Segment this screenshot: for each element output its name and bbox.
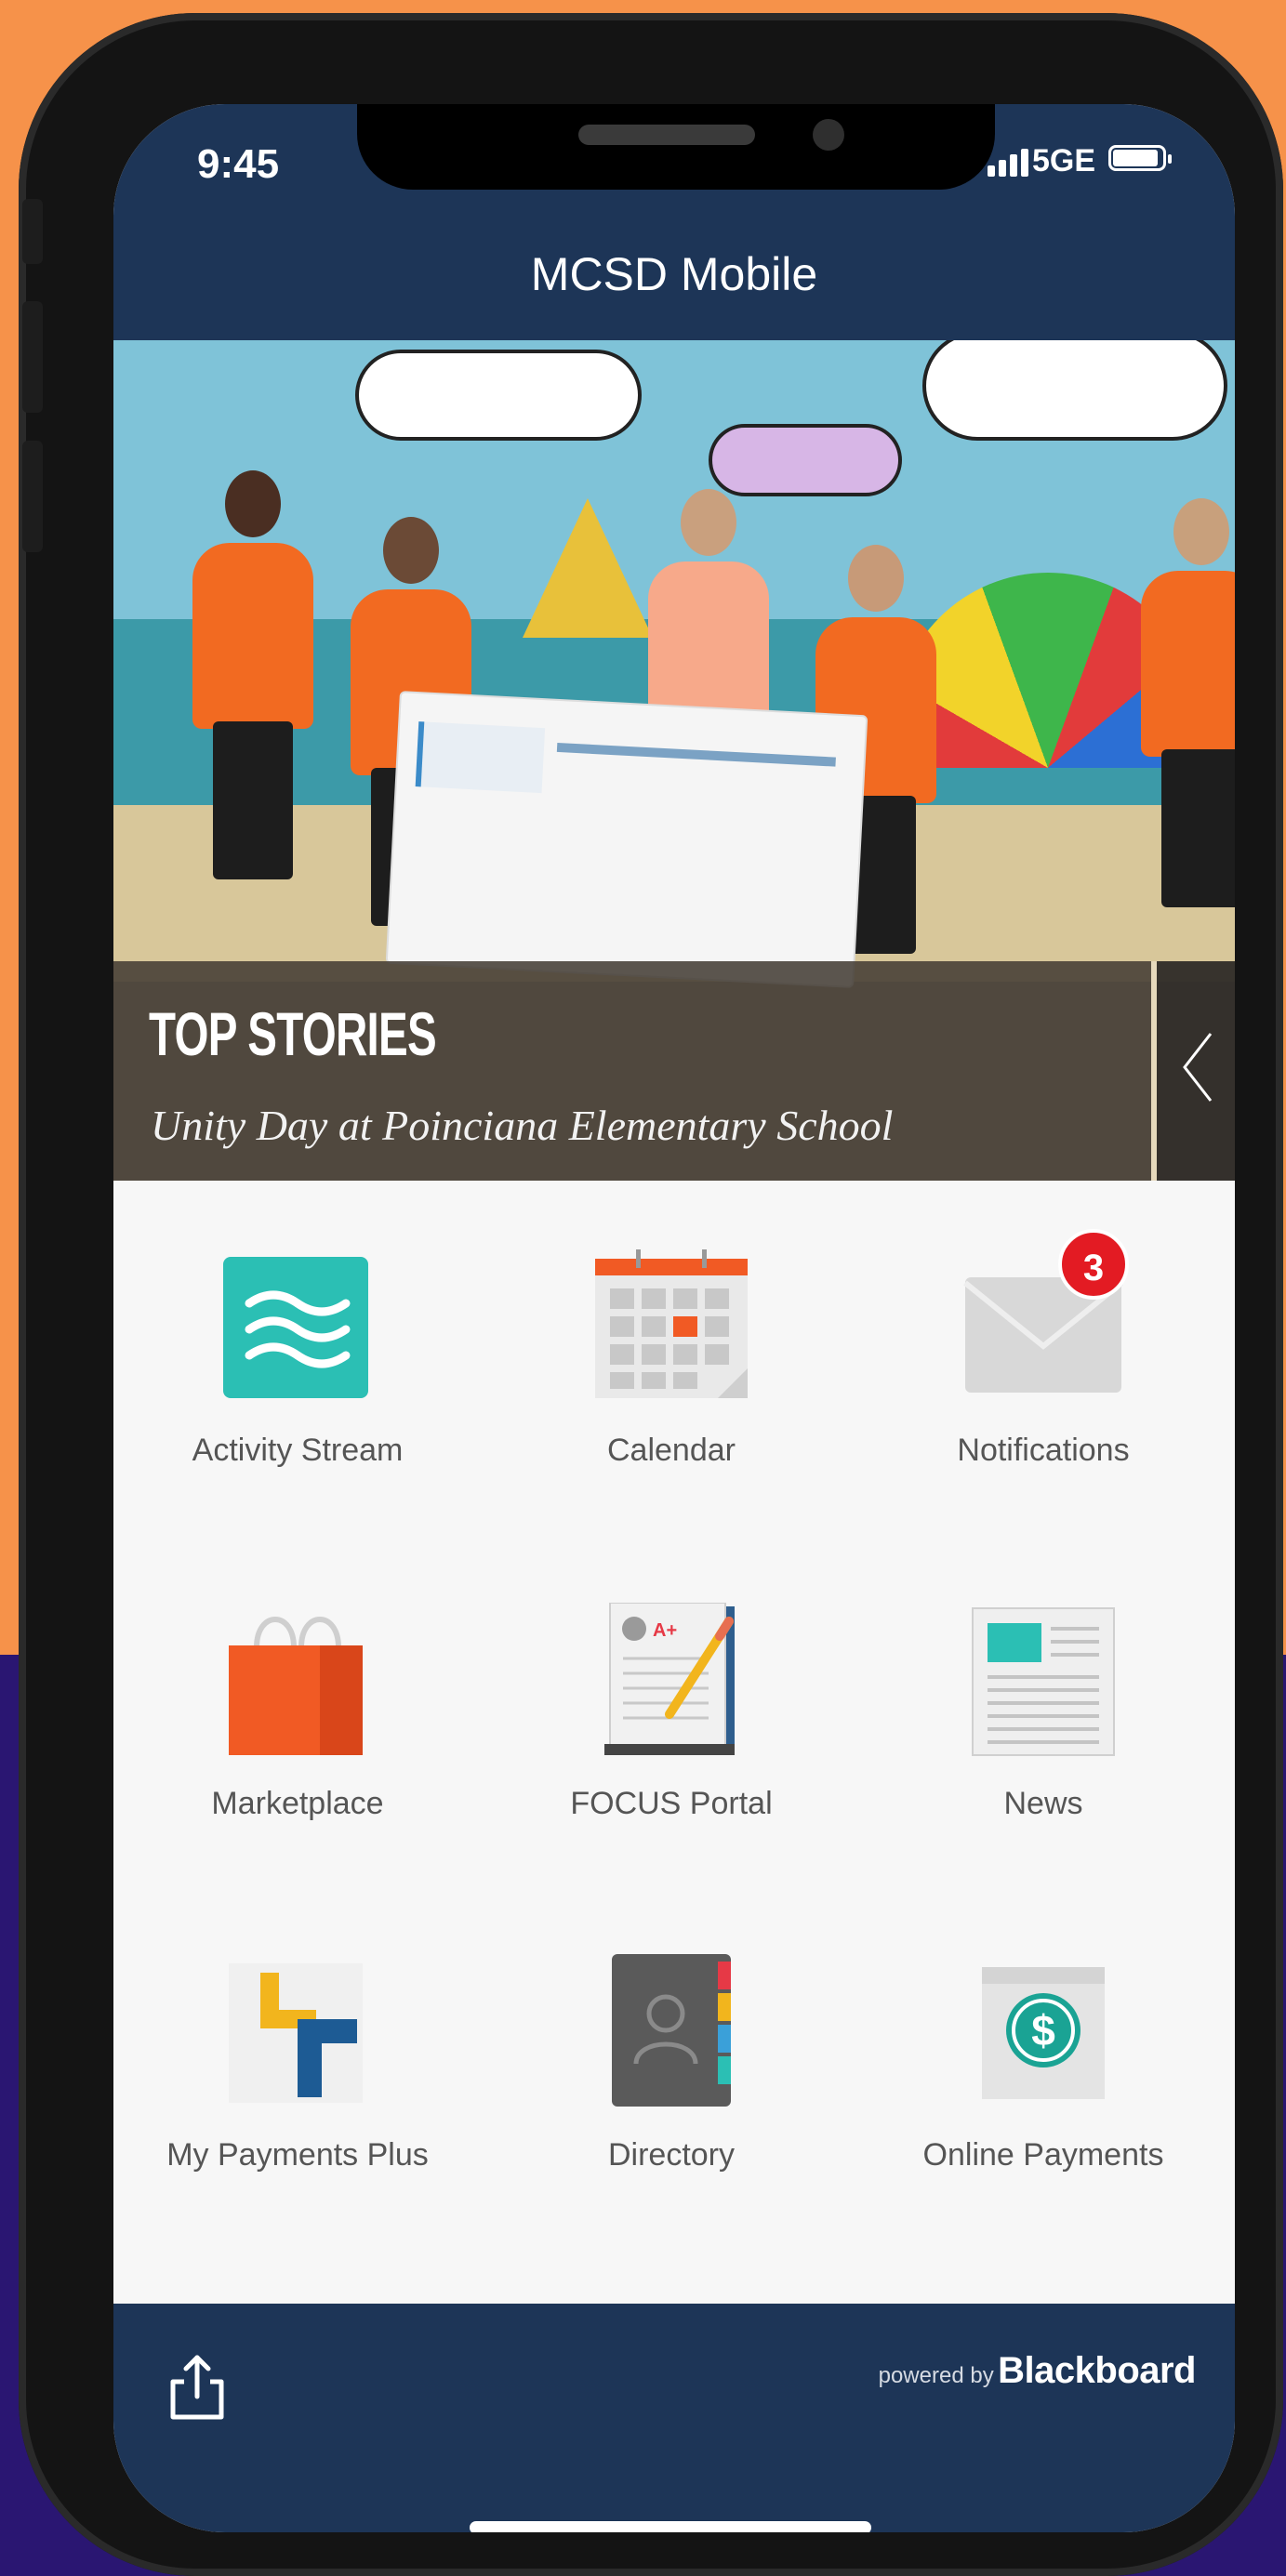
network-label: 5GE [1032,143,1096,178]
address-book-icon [612,1954,731,2107]
speaker [578,125,755,145]
tile-label: News [1003,1786,1083,1821]
tile-label: Online Payments [922,2137,1164,2173]
newspaper-icon [972,1607,1115,1756]
powered-by-label: powered by [878,2363,994,2388]
app-title: MCSD Mobile [530,248,818,300]
tile-my-payments-plus[interactable]: My Payments Plus [121,1954,474,2177]
story-title[interactable]: Unity Day at Poinciana Elementary School [151,1101,893,1150]
tile-label: Calendar [607,1433,736,1468]
volume-up-button [22,301,43,413]
story-caption[interactable]: TOP STORIES Unity Day at Poinciana Eleme… [113,961,1235,1181]
my-payments-plus-icon [229,1963,363,2103]
svg-text:$: $ [1031,2006,1055,2054]
tile-label: FOCUS Portal [570,1786,773,1821]
tile-label: Notifications [957,1433,1130,1468]
carousel-previous-button[interactable] [1151,961,1235,1181]
chevron-left-icon [1183,1033,1213,1102]
calendar-icon [595,1249,748,1398]
app-footer: powered by Blackboard [113,2304,1235,2532]
shopping-bag-icon [229,1617,363,1755]
front-camera [813,119,844,151]
tile-activity-stream[interactable]: Activity Stream [121,1249,474,1473]
app-header: MCSD Mobile [113,214,1235,340]
notification-count-badge: 3 [1058,1229,1129,1300]
tile-news[interactable]: News [867,1603,1220,1826]
tile-calendar[interactable]: Calendar [495,1249,848,1473]
mute-switch [22,199,43,264]
svg-text:A+: A+ [653,1620,677,1641]
tile-label: Marketplace [211,1786,384,1821]
tile-label: Directory [607,2137,736,2173]
tile-label: My Payments Plus [166,2137,429,2173]
volume-down-button [22,441,43,552]
share-icon[interactable] [160,2350,234,2424]
dollar-icon: $ [982,1967,1105,2099]
home-indicator[interactable] [470,2521,871,2532]
battery-icon [1108,145,1172,171]
app-grid: Activity Stream Calendar 3 Notifications… [113,1181,1235,2376]
status-bar: 9:45 5GE [113,104,1235,214]
inclusion-banner [385,691,868,988]
powered-by-blackboard: powered by Blackboard [878,2350,1197,2392]
notch [357,104,995,190]
signal-icon [988,145,1028,177]
top-stories-carousel[interactable]: TOP STORIES Unity Day at Poinciana Eleme… [113,340,1235,1181]
tile-directory[interactable]: Directory [495,1954,848,2177]
tile-notifications[interactable]: 3 Notifications [867,1229,1220,1473]
phone-frame: 9:45 5GE MCSD Mobile TOP STORIES Unity D… [19,13,1283,2576]
tile-focus-portal[interactable]: A+ FOCUS Portal [495,1602,848,1826]
phone-screen: 9:45 5GE MCSD Mobile TOP STORIES Unity D… [113,104,1235,2532]
tile-online-payments[interactable]: $ Online Payments [867,1954,1220,2177]
tile-label: Activity Stream [192,1433,404,1468]
gradebook-icon: A+ [604,1602,735,1755]
status-time: 9:45 [197,141,280,187]
top-stories-label: TOP STORIES [149,999,437,1068]
blackboard-logo: Blackboard [998,2350,1196,2391]
tile-marketplace[interactable]: Marketplace [121,1603,474,1826]
activity-stream-icon [223,1257,368,1398]
